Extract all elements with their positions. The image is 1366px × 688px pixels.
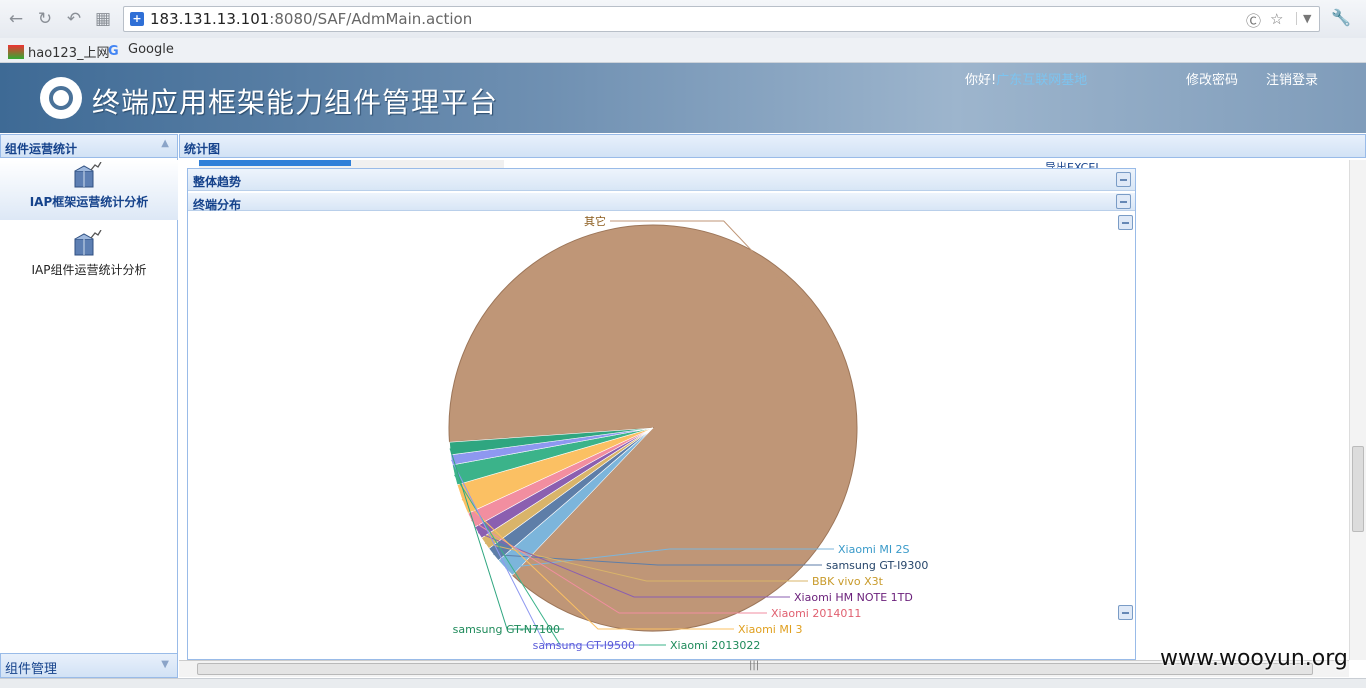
package-chart-icon [74,162,102,188]
collapse-icon[interactable] [1118,605,1133,620]
browser-status-bar [0,678,1366,688]
star-icon[interactable]: ☆ [1270,10,1283,28]
section-terminal-distribution[interactable]: 终端分布 [188,193,1135,212]
apps-grid-icon[interactable]: ▦ [93,9,113,29]
pie-label-xiaomi-mi-2s: Xiaomi MI 2S [838,543,910,556]
sidebar-item-label: IAP框架运营统计分析 [29,195,149,209]
refresh-icon[interactable]: ↻ [35,9,55,29]
section-title: 终端分布 [193,198,242,212]
user-name[interactable]: 广东互联网基地 [996,73,1087,88]
section-title: 整体趋势 [193,175,242,189]
bookmark-google[interactable]: G Google [108,42,174,59]
main-panel: 统计图 导出EXCEL 整体趋势 终端分布 其它 Xiaomi MI 2S sams… [179,134,1366,682]
pie-label-samsung-gt-i9300: samsung GT-I9300 [826,559,928,572]
pie-label-xiaomi-mi-3: Xiaomi MI 3 [738,623,803,636]
logout-link[interactable]: 注销登录 [1266,69,1318,88]
collapse-icon[interactable] [1118,215,1133,230]
ie-mode-icon[interactable]: Ⓒ [1246,10,1261,31]
section-overall-trend[interactable]: 整体趋势 [188,169,1135,191]
collapse-icon[interactable] [1116,194,1131,209]
security-shield-icon: + [130,12,144,26]
terminal-pie-chart: 其它 Xiaomi MI 2S samsung GT-I9300 BBK vivo X… [448,214,928,652]
inner-progress-strip [199,160,504,168]
china-mobile-logo [40,77,82,119]
pie-label-bbk-vivo-x3t: BBK vivo X3t [812,575,884,588]
sidebar: 组件运营统计 ▲ IAP框架运营统计分析 IAP组件运营统计分析 [0,134,178,682]
url-text: 183.131.13.101:8080/SAF/AdmMain.action [150,10,473,28]
hao123-icon [8,45,24,59]
address-bar[interactable]: + 183.131.13.101:8080/SAF/AdmMain.action… [123,6,1320,32]
wrench-icon[interactable]: 🔧 [1331,8,1351,27]
sidebar-panel-title: 组件运营统计 [5,142,78,156]
collapse-up-icon[interactable]: ▲ [161,138,169,149]
collapse-down-icon[interactable]: ▼ [161,659,169,670]
sidebar-item-label: IAP组件运营统计分析 [31,263,147,277]
bookmarks-bar: hao123_上网 G Google [0,38,1366,63]
sidebar-footer-panel[interactable]: 组件管理 ▼ [0,653,178,678]
app-title: 终端应用框架能力组件管理平台 [92,86,499,119]
pie-label-xiaomi-hm-note-1td: Xiaomi HM NOTE 1TD [794,591,913,604]
sidebar-footer-title: 组件管理 [5,662,58,677]
collapse-icon[interactable] [1116,172,1131,187]
back-icon[interactable]: ← [6,9,26,29]
sidebar-item-iap-framework[interactable]: IAP框架运营统计分析 [0,160,178,220]
user-greeting: 你好!广东互联网基地 [965,73,1088,88]
vertical-scrollbar[interactable] [1349,160,1366,660]
pie-label-samsung-gt-i9500: samsung GT-I9500 [533,639,635,652]
pie-label-xiaomi-2014011: Xiaomi 2014011 [771,607,861,620]
pie-label-samsung-gt-n7100: samsung GT-N7100 [453,623,560,636]
sidebar-panel-header[interactable]: 组件运营统计 ▲ [0,134,178,158]
chart-frame: 整体趋势 终端分布 其它 Xiaomi MI 2S samsung GT-I9300… [187,168,1136,660]
pie-label-xiaomi-2013022: Xiaomi 2013022 [670,639,760,652]
dropdown-icon[interactable]: ▼ [1296,12,1311,25]
export-excel-link[interactable]: 导出EXCEL [1045,159,1101,168]
google-icon: G [108,44,119,59]
package-chart-icon [74,230,102,256]
browser-toolbar: ← ↻ ↶ ▦ + 183.131.13.101:8080/SAF/AdmMai… [0,0,1366,38]
undo-icon[interactable]: ↶ [64,9,84,29]
pie-label-other: 其它 [584,214,606,228]
sidebar-item-iap-component[interactable]: IAP组件运营统计分析 [0,228,178,288]
change-password-link[interactable]: 修改密码 [1186,69,1238,88]
tab-stats-chart[interactable]: 统计图 [179,134,1366,158]
watermark: www.wooyun.org [1160,646,1348,671]
bookmark-hao123[interactable]: hao123_上网 [8,42,109,61]
app-header: 终端应用框架能力组件管理平台 你好!广东互联网基地 修改密码 注销登录 [0,63,1366,133]
